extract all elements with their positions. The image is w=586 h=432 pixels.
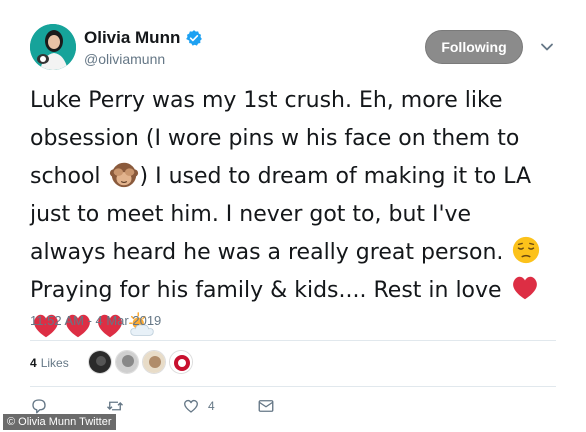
display-name[interactable]: Olivia Munn (84, 28, 180, 48)
tweet-line: always heard he was a really great perso… (30, 234, 570, 272)
divider (30, 386, 556, 387)
likes-stat[interactable]: 4 Likes (30, 350, 69, 376)
liker-avatars (88, 350, 196, 374)
red-heart-icon (512, 276, 537, 300)
see-no-evil-monkey-icon (109, 162, 138, 188)
tweet-line: Luke Perry was my 1st crush. Eh, more li… (30, 88, 503, 113)
retweet-button[interactable] (106, 397, 124, 415)
liker-avatar[interactable] (142, 350, 166, 374)
avatar-image (30, 24, 76, 70)
chevron-down-icon[interactable] (540, 40, 554, 54)
image-credit: © Olivia Munn Twitter (3, 414, 116, 430)
like-count: 4 (208, 399, 215, 413)
tweet-timestamp[interactable]: 11:52 AM - 4 Mar 2019 (30, 313, 161, 328)
tweet-line: just to meet him. I never got to, but I'… (30, 202, 472, 227)
likes-label: Likes (40, 356, 69, 370)
direct-message-button[interactable] (257, 397, 275, 415)
tweet-line-segment: Praying for his family & kids.... Rest i… (30, 278, 509, 303)
tweet-line-segment: ) I used to dream of making it to LA (139, 164, 532, 189)
divider (30, 340, 556, 341)
user-handle[interactable]: @oliviamunn (84, 51, 165, 67)
tweet-line-segment: school (30, 164, 108, 189)
avatar[interactable] (30, 24, 76, 70)
envelope-icon (258, 400, 274, 412)
like-button[interactable]: 4 (182, 397, 215, 415)
tweet-line-segment: always heard he was a really great perso… (30, 240, 511, 265)
likes-count: 4 (30, 356, 37, 370)
pensive-face-icon (513, 236, 540, 264)
verified-badge-icon (186, 30, 203, 46)
following-button[interactable]: Following (425, 30, 523, 64)
heart-icon (183, 399, 199, 413)
reply-button[interactable] (30, 397, 48, 415)
liker-avatar[interactable] (88, 350, 112, 374)
liker-avatar[interactable] (115, 350, 139, 374)
tweet-line: Praying for his family & kids.... Rest i… (30, 272, 570, 310)
tweet-line: obsession (I wore pins w his face on the… (30, 126, 520, 151)
tweet-line: school ) I used to dream of making it to… (30, 158, 570, 196)
user-name-row[interactable]: Olivia Munn (84, 28, 203, 48)
tweet-text: Luke Perry was my 1st crush. Eh, more li… (30, 82, 570, 348)
reply-icon (32, 399, 46, 414)
retweet-icon (107, 401, 123, 411)
liker-avatar[interactable] (169, 350, 193, 374)
